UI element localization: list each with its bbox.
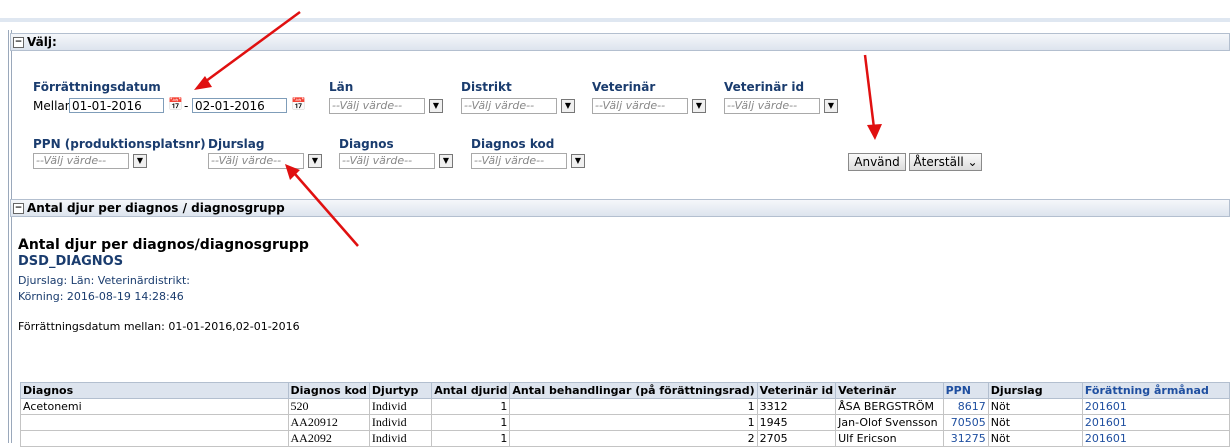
annotation-arrow-date bbox=[201, 10, 301, 86]
annotation-arrow-apply bbox=[863, 54, 876, 129]
annotation-arrowhead-apply bbox=[867, 124, 882, 140]
annotation-arrows bbox=[194, 10, 882, 247]
annotation-arrow-djurslag bbox=[294, 173, 359, 247]
